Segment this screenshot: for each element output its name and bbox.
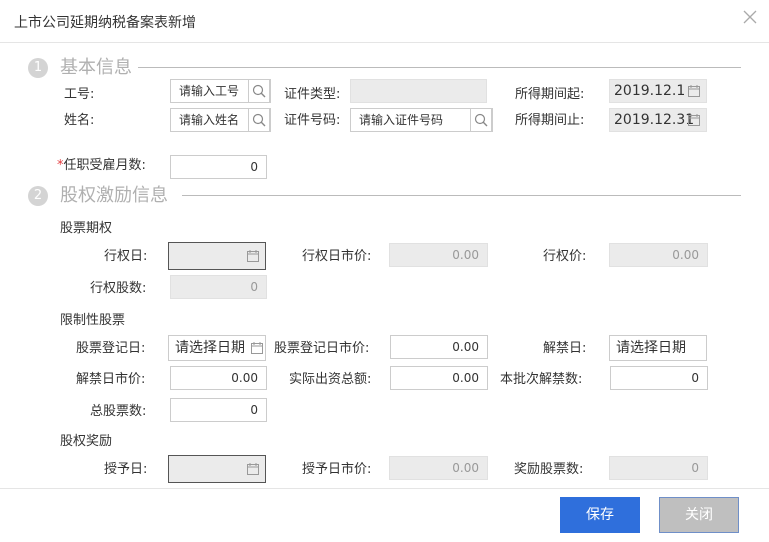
exercise-date-field[interactable] bbox=[168, 242, 266, 270]
calendar-icon[interactable] bbox=[251, 342, 263, 354]
equity-reward-group-label: 股权奖励 bbox=[60, 434, 113, 449]
unlock-market-price-value: 0.00 bbox=[231, 371, 258, 385]
unlock-market-price-input[interactable]: 0.00 bbox=[170, 366, 267, 390]
exercise-price-label: 行权价: bbox=[543, 249, 587, 264]
save-button[interactable]: 保存 bbox=[560, 497, 640, 533]
calendar-icon bbox=[688, 114, 700, 126]
months-label-text: 任职受雇月数: bbox=[63, 158, 146, 173]
actual-paid-label: 实际出资总额: bbox=[289, 372, 372, 387]
actual-paid-value: 0.00 bbox=[452, 371, 479, 385]
unlock-date-input[interactable]: 请选择日期 bbox=[609, 335, 707, 361]
grant-market-price-field: 0.00 bbox=[389, 456, 488, 480]
exercise-shares-field: 0 bbox=[170, 275, 267, 299]
search-icon[interactable] bbox=[248, 109, 270, 131]
name-label: 姓名: bbox=[64, 113, 95, 128]
id-no-label: 证件号码: bbox=[284, 113, 341, 128]
months-value: 0 bbox=[250, 160, 258, 174]
period-end-field: 2019.12.31 bbox=[609, 108, 707, 132]
id-type-field bbox=[350, 79, 487, 103]
unlock-market-price-label: 解禁日市价: bbox=[76, 372, 146, 387]
exercise-shares-value: 0 bbox=[250, 280, 258, 294]
register-market-price-input[interactable]: 0.00 bbox=[390, 335, 488, 359]
reward-shares-value: 0 bbox=[691, 461, 699, 475]
section-divider bbox=[138, 67, 741, 68]
section-title: 基本信息 bbox=[60, 57, 132, 78]
unlock-shares-value: 0 bbox=[691, 371, 699, 385]
search-icon[interactable] bbox=[248, 80, 270, 102]
close-button[interactable]: 关闭 bbox=[659, 497, 739, 533]
register-date-label: 股票登记日: bbox=[76, 341, 146, 356]
section-basic-info: 1 基本信息 bbox=[28, 57, 741, 79]
emp-no-input[interactable]: 请输入工号 bbox=[170, 79, 271, 103]
unlock-date-label: 解禁日: bbox=[543, 341, 587, 356]
stock-option-group-label: 股票期权 bbox=[60, 221, 113, 236]
exercise-date-label: 行权日: bbox=[104, 249, 148, 264]
section-number: 2 bbox=[28, 186, 48, 206]
header-divider bbox=[0, 42, 769, 43]
total-shares-label: 总股票数: bbox=[90, 404, 147, 419]
register-date-placeholder: 请选择日期 bbox=[175, 340, 245, 356]
total-shares-value: 0 bbox=[250, 403, 258, 417]
exercise-price-value: 0.00 bbox=[672, 248, 699, 262]
calendar-icon bbox=[247, 250, 259, 262]
register-market-price-value: 0.00 bbox=[452, 340, 479, 354]
exercise-market-price-value: 0.00 bbox=[452, 248, 479, 262]
actual-paid-input[interactable]: 0.00 bbox=[390, 366, 488, 390]
exercise-price-field: 0.00 bbox=[609, 243, 708, 267]
period-start-field: 2019.12.1 bbox=[609, 79, 707, 103]
total-shares-input[interactable]: 0 bbox=[170, 398, 267, 422]
calendar-icon bbox=[688, 85, 700, 97]
id-type-label: 证件类型: bbox=[284, 87, 341, 102]
reward-shares-label: 奖励股票数: bbox=[514, 462, 584, 477]
period-end-label: 所得期间止: bbox=[515, 113, 585, 128]
close-icon[interactable] bbox=[742, 10, 758, 26]
restricted-stock-group-label: 限制性股票 bbox=[60, 313, 126, 328]
exercise-market-price-label: 行权日市价: bbox=[302, 249, 372, 264]
months-label: *任职受雇月数: bbox=[57, 155, 146, 177]
id-no-input[interactable]: 请输入证件号码 bbox=[350, 108, 493, 132]
exercise-shares-label: 行权股数: bbox=[90, 281, 147, 296]
section-equity-incentive: 2 股权激励信息 bbox=[28, 185, 741, 207]
unlock-date-placeholder: 请选择日期 bbox=[616, 340, 686, 356]
dialog-title: 上市公司延期纳税备案表新增 bbox=[14, 15, 196, 31]
unlock-shares-input[interactable]: 0 bbox=[610, 366, 708, 390]
unlock-shares-label: 本批次解禁数: bbox=[500, 372, 583, 387]
exercise-market-price-field: 0.00 bbox=[389, 243, 488, 267]
grant-market-price-value: 0.00 bbox=[452, 461, 479, 475]
reward-shares-field: 0 bbox=[609, 456, 708, 480]
section-title: 股权激励信息 bbox=[60, 185, 168, 206]
section-number: 1 bbox=[28, 58, 48, 78]
register-date-input[interactable]: 请选择日期 bbox=[168, 335, 266, 361]
months-input[interactable]: 0 bbox=[170, 155, 267, 179]
name-input[interactable]: 请输入姓名 bbox=[170, 108, 271, 132]
register-market-price-label: 股票登记日市价: bbox=[274, 341, 370, 356]
period-start-value: 2019.12.1 bbox=[614, 83, 686, 99]
emp-no-placeholder: 请输入工号 bbox=[179, 84, 240, 98]
grant-date-label: 授予日: bbox=[104, 462, 148, 477]
name-placeholder: 请输入姓名 bbox=[179, 113, 240, 127]
footer-divider bbox=[0, 488, 769, 489]
calendar-icon bbox=[247, 463, 259, 475]
section-divider bbox=[182, 195, 741, 196]
emp-no-label: 工号: bbox=[64, 87, 95, 102]
period-end-value: 2019.12.31 bbox=[614, 112, 695, 128]
period-start-label: 所得期间起: bbox=[515, 87, 585, 102]
grant-date-field[interactable] bbox=[168, 455, 266, 483]
search-icon[interactable] bbox=[470, 109, 492, 131]
grant-market-price-label: 授予日市价: bbox=[302, 462, 372, 477]
id-no-placeholder: 请输入证件号码 bbox=[359, 113, 444, 127]
